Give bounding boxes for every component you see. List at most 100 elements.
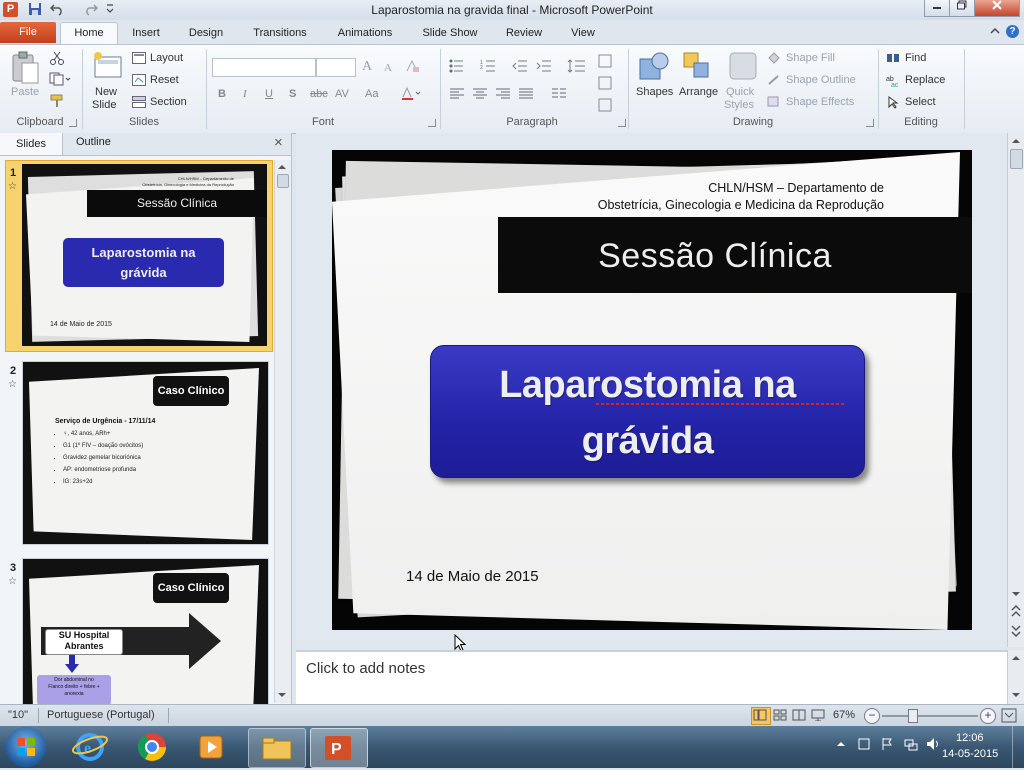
reading-view-icon[interactable] bbox=[792, 709, 806, 724]
font-family-select[interactable] bbox=[212, 58, 316, 77]
font-size-select[interactable] bbox=[316, 58, 356, 77]
change-case-button[interactable]: Aa bbox=[365, 88, 378, 100]
notes-placeholder[interactable]: Click to add notes bbox=[306, 660, 425, 677]
tab-transitions[interactable]: Transitions bbox=[248, 24, 312, 42]
justify-icon[interactable] bbox=[518, 87, 534, 104]
select-icon[interactable] bbox=[886, 96, 900, 112]
show-desktop-button[interactable] bbox=[1012, 726, 1024, 768]
next-slide-icon[interactable] bbox=[1011, 625, 1021, 640]
slide-thumbnail[interactable]: CHLN/HSM – Departamento de Obstetrícia, … bbox=[22, 164, 267, 346]
paste-label[interactable]: Paste bbox=[11, 86, 39, 98]
internet-explorer-icon[interactable]: e bbox=[62, 728, 118, 766]
replace-button[interactable]: Replace bbox=[905, 74, 945, 86]
tab-insert[interactable]: Insert bbox=[128, 24, 164, 42]
tab-outline[interactable]: Outline bbox=[76, 136, 111, 148]
help-icon[interactable]: ? bbox=[1006, 25, 1019, 38]
chrome-icon[interactable] bbox=[124, 728, 180, 766]
scroll-up-icon[interactable] bbox=[277, 162, 287, 170]
previous-slide-icon[interactable] bbox=[1011, 604, 1021, 620]
numbering-icon[interactable]: 12 bbox=[480, 59, 502, 76]
clear-formatting-icon[interactable] bbox=[404, 59, 420, 76]
zoom-slider-thumb[interactable] bbox=[908, 709, 918, 723]
align-right-icon[interactable] bbox=[495, 87, 511, 104]
grow-font-button[interactable]: A bbox=[362, 59, 372, 75]
scroll-up-icon[interactable] bbox=[1011, 653, 1021, 665]
paste-icon[interactable] bbox=[10, 51, 40, 85]
character-spacing-button[interactable]: AV bbox=[335, 88, 349, 100]
cut-icon[interactable] bbox=[49, 51, 65, 68]
shape-outline-button[interactable]: Shape Outline bbox=[786, 74, 856, 86]
new-slide-label-2[interactable]: Slide bbox=[92, 99, 116, 111]
copy-icon[interactable] bbox=[49, 72, 71, 89]
find-icon[interactable] bbox=[886, 52, 900, 68]
layout-icon[interactable] bbox=[132, 52, 146, 67]
slide-thumbnail[interactable]: Caso Clínico SU Hospital Abrantes Dor ab… bbox=[22, 558, 269, 705]
shrink-font-button[interactable]: A bbox=[384, 62, 392, 74]
slide-thumbnail[interactable]: Caso Clínico Serviço de Urgência - 17/11… bbox=[22, 361, 269, 545]
slide-date[interactable]: 14 de Maio de 2015 bbox=[406, 568, 539, 585]
section-icon[interactable] bbox=[132, 96, 146, 111]
clock-time[interactable]: 12:06 bbox=[956, 732, 984, 744]
quick-styles-icon[interactable] bbox=[728, 51, 760, 86]
scroll-down-icon[interactable] bbox=[277, 690, 287, 698]
scroll-thumb[interactable] bbox=[277, 174, 289, 188]
quick-styles-label-1[interactable]: Quick bbox=[726, 86, 754, 98]
shape-fill-button[interactable]: Shape Fill bbox=[786, 52, 835, 64]
align-center-icon[interactable] bbox=[472, 87, 488, 104]
strikethrough-button[interactable]: abc bbox=[310, 88, 328, 100]
bold-button[interactable]: B bbox=[218, 88, 226, 100]
clipboard-launcher-icon[interactable] bbox=[69, 119, 77, 127]
zoom-out-button[interactable]: − bbox=[864, 708, 880, 724]
find-button[interactable]: Find bbox=[905, 52, 926, 64]
notes-pane[interactable]: Click to add notes bbox=[296, 650, 1008, 706]
clock-date[interactable]: 14-05-2015 bbox=[942, 748, 998, 760]
shapes-button[interactable]: Shapes bbox=[636, 86, 673, 98]
shape-outline-icon[interactable] bbox=[767, 74, 781, 89]
session-banner[interactable]: Sessão Clínica bbox=[498, 217, 972, 293]
section-button[interactable]: Section bbox=[150, 96, 187, 108]
shape-effects-button[interactable]: Shape Effects bbox=[786, 96, 854, 108]
format-painter-icon[interactable] bbox=[49, 94, 65, 111]
show-hidden-icons[interactable] bbox=[836, 739, 846, 752]
new-slide-label-1[interactable]: New bbox=[95, 86, 117, 98]
zoom-in-button[interactable]: + bbox=[980, 708, 996, 724]
tab-home[interactable]: Home bbox=[60, 22, 118, 45]
underline-button[interactable]: U bbox=[265, 88, 273, 100]
file-explorer-icon[interactable] bbox=[248, 728, 306, 768]
slide-scrollbar[interactable] bbox=[1007, 133, 1024, 647]
tray-device-icon[interactable] bbox=[857, 737, 871, 754]
tab-design[interactable]: Design bbox=[185, 24, 227, 42]
replace-icon[interactable]: ab ac bbox=[886, 74, 900, 90]
shapes-icon[interactable] bbox=[638, 51, 670, 86]
scroll-down-icon[interactable] bbox=[1011, 589, 1021, 601]
increase-indent-icon[interactable] bbox=[536, 59, 552, 76]
paragraph-launcher-icon[interactable] bbox=[618, 119, 626, 127]
scroll-up-icon[interactable] bbox=[1011, 136, 1021, 148]
text-direction-icon[interactable] bbox=[598, 53, 614, 116]
notes-scrollbar[interactable] bbox=[1007, 650, 1024, 704]
font-launcher-icon[interactable] bbox=[428, 119, 436, 127]
zoom-slider-track[interactable] bbox=[882, 715, 978, 717]
bullets-icon[interactable] bbox=[449, 59, 471, 76]
scroll-down-icon[interactable] bbox=[1011, 690, 1021, 702]
reset-button[interactable]: Reset bbox=[150, 74, 179, 86]
volume-icon[interactable] bbox=[926, 737, 942, 754]
quick-styles-label-2[interactable]: Styles bbox=[724, 99, 754, 111]
minimize-ribbon-icon[interactable] bbox=[990, 26, 1002, 38]
action-center-flag-icon[interactable] bbox=[880, 737, 894, 754]
new-slide-icon[interactable] bbox=[92, 51, 124, 81]
language-indicator[interactable]: Portuguese (Portugal) bbox=[47, 709, 155, 721]
layout-button[interactable]: Layout bbox=[150, 52, 183, 64]
tab-slide-show[interactable]: Slide Show bbox=[419, 24, 481, 42]
tab-slides[interactable]: Slides bbox=[0, 133, 63, 155]
drawing-launcher-icon[interactable] bbox=[866, 119, 874, 127]
restore-button[interactable] bbox=[949, 0, 975, 17]
decrease-indent-icon[interactable] bbox=[512, 59, 528, 76]
tab-view[interactable]: View bbox=[566, 24, 600, 42]
align-left-icon[interactable] bbox=[449, 87, 465, 104]
slide-indicator[interactable]: "10" bbox=[8, 709, 28, 721]
arrange-icon[interactable] bbox=[682, 51, 714, 86]
line-spacing-icon[interactable] bbox=[567, 59, 587, 76]
close-button[interactable] bbox=[974, 0, 1020, 17]
scroll-thumb[interactable] bbox=[1010, 149, 1023, 169]
